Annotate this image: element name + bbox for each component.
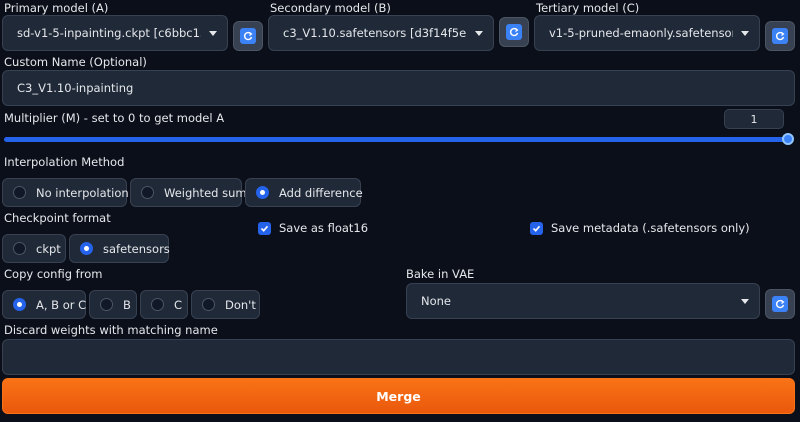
chevron-down-icon xyxy=(209,30,217,36)
secondary-model-value: c3_V1.10.safetensors [d3f14f5eba] xyxy=(283,26,467,40)
primary-model-label: Primary model (A) xyxy=(4,1,109,15)
radio-add-difference[interactable]: Add difference xyxy=(245,178,363,207)
radio-label: ckpt xyxy=(36,241,61,256)
radio-copy-dont[interactable]: Don't xyxy=(191,290,260,319)
tertiary-model-value: v1-5-pruned-emaonly.safetensors [ xyxy=(549,26,733,40)
tertiary-model-dropdown[interactable]: v1-5-pruned-emaonly.safetensors [ xyxy=(534,15,760,51)
checkmark-icon xyxy=(530,221,543,235)
interpolation-label: Interpolation Method xyxy=(4,155,125,169)
radio-circle xyxy=(256,186,269,199)
radio-safetensors[interactable]: safetensors xyxy=(69,234,170,263)
discard-weights-input[interactable] xyxy=(2,339,795,375)
primary-model-value: sd-v1-5-inpainting.ckpt [c6bbc15e3 xyxy=(17,26,201,40)
secondary-model-label: Secondary model (B) xyxy=(270,1,391,15)
radio-circle xyxy=(141,186,154,199)
radio-label: Add difference xyxy=(279,185,363,200)
multiplier-number-input[interactable]: 1 xyxy=(724,109,784,129)
tertiary-model-label: Tertiary model (C) xyxy=(536,1,640,15)
refresh-tertiary-button[interactable] xyxy=(765,21,795,51)
radio-circle xyxy=(202,298,215,311)
secondary-model-dropdown[interactable]: c3_V1.10.safetensors [d3f14f5eba] xyxy=(268,15,494,51)
radio-label: Weighted sum xyxy=(164,185,247,200)
chevron-down-icon xyxy=(475,30,483,36)
radio-copy-b[interactable]: B xyxy=(89,290,137,319)
radio-no-interpolation[interactable]: No interpolation xyxy=(2,178,129,207)
custom-name-input[interactable]: C3_V1.10-inpainting xyxy=(2,70,795,106)
bake-vae-dropdown[interactable]: None xyxy=(406,283,760,319)
radio-circle xyxy=(100,298,113,311)
save-metadata-label: Save metadata (.safetensors only) xyxy=(551,221,750,235)
checkmark-icon xyxy=(258,221,271,235)
radio-circle xyxy=(13,186,26,199)
radio-copy-c[interactable]: C xyxy=(140,290,188,319)
radio-copy-abc[interactable]: A, B or C xyxy=(2,290,86,319)
chevron-down-icon xyxy=(741,298,749,304)
radio-label: No interpolation xyxy=(36,185,129,200)
radio-circle xyxy=(151,298,164,311)
save-float16-label: Save as float16 xyxy=(279,221,369,235)
radio-circle xyxy=(80,242,93,255)
chevron-down-icon xyxy=(741,30,749,36)
radio-label: B xyxy=(123,297,131,312)
radio-weighted-sum[interactable]: Weighted sum xyxy=(130,178,247,207)
radio-label: C xyxy=(174,297,183,312)
refresh-primary-button[interactable] xyxy=(233,21,263,51)
radio-circle xyxy=(13,242,26,255)
refresh-vae-button[interactable] xyxy=(765,289,795,319)
multiplier-label: Multiplier (M) - set to 0 to get model A xyxy=(4,111,225,125)
radio-label: safetensors xyxy=(103,241,170,256)
radio-label: A, B or C xyxy=(36,297,87,312)
save-metadata-checkbox[interactable]: Save metadata (.safetensors only) xyxy=(530,221,750,235)
refresh-secondary-button[interactable] xyxy=(499,17,529,47)
radio-label: Don't xyxy=(225,297,256,312)
refresh-icon xyxy=(772,296,788,312)
radio-circle xyxy=(13,298,26,311)
discard-weights-label: Discard weights with matching name xyxy=(4,323,218,337)
refresh-icon xyxy=(240,28,256,44)
merge-button[interactable]: Merge xyxy=(2,378,795,414)
custom-name-label: Custom Name (Optional) xyxy=(4,55,147,69)
copy-config-label: Copy config from xyxy=(4,267,103,281)
checkpoint-format-label: Checkpoint format xyxy=(4,211,111,225)
multiplier-slider-thumb[interactable] xyxy=(782,133,794,145)
bake-vae-value: None xyxy=(421,294,452,308)
refresh-icon xyxy=(506,24,522,40)
radio-ckpt[interactable]: ckpt xyxy=(2,234,66,263)
refresh-icon xyxy=(772,28,788,44)
multiplier-slider-track[interactable] xyxy=(4,137,790,142)
primary-model-dropdown[interactable]: sd-v1-5-inpainting.ckpt [c6bbc15e3 xyxy=(2,15,228,51)
bake-vae-label: Bake in VAE xyxy=(406,267,475,281)
save-float16-checkbox[interactable]: Save as float16 xyxy=(258,221,368,235)
